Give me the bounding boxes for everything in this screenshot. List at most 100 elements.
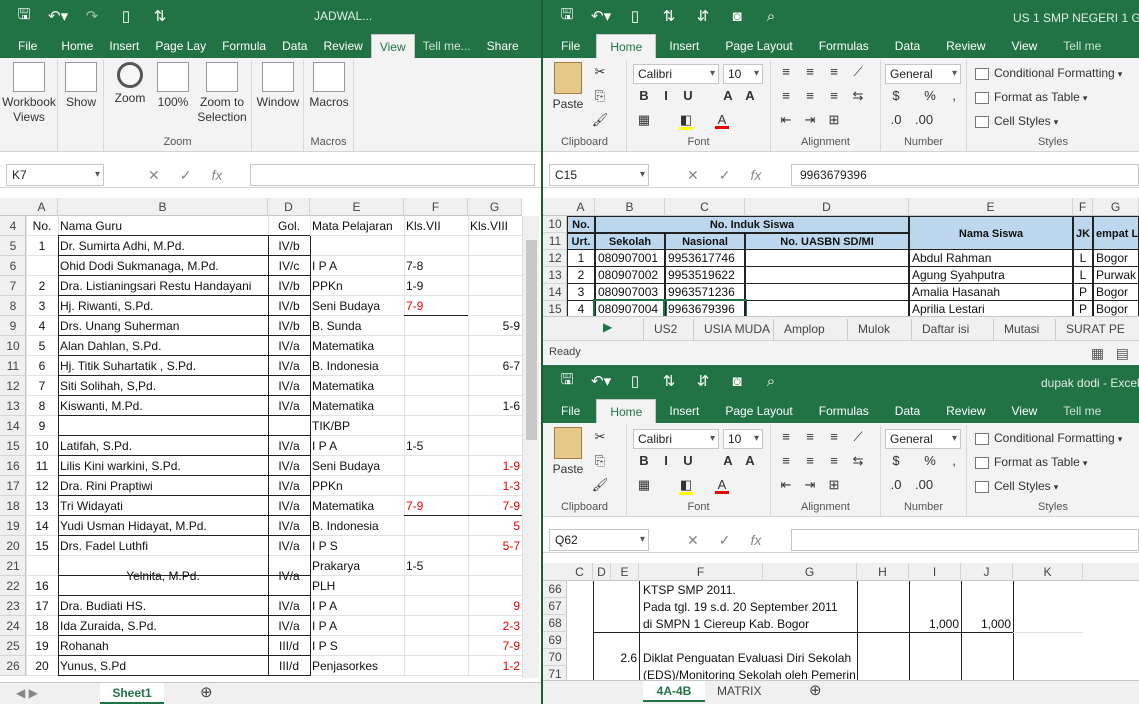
formula-input[interactable] (791, 529, 1139, 551)
row-header[interactable]: 21 (0, 556, 26, 576)
wrap-text-icon[interactable]: ⇆ (849, 88, 867, 104)
tab-insert[interactable]: Insert (101, 34, 147, 58)
cell-a24[interactable]: 18 (26, 617, 58, 635)
orientation-icon[interactable]: ⟋ (849, 429, 867, 445)
cell-f67[interactable]: Pada tgl. 19 s.d. 20 September 2011 (641, 598, 855, 616)
cell-e14[interactable]: Amalia Hasanah (909, 284, 1073, 301)
cell-d12[interactable]: IV/a (268, 377, 310, 395)
number-format-select[interactable]: General (885, 429, 961, 449)
row-header[interactable]: 15 (0, 436, 26, 456)
cell-e16[interactable]: Seni Budaya (310, 457, 404, 475)
cell-e13[interactable]: Matematika (310, 397, 404, 415)
redo-icon[interactable]: ↷ (82, 7, 102, 25)
cell-e23[interactable]: I P A (310, 597, 404, 615)
cell-g11[interactable]: 6-7 (468, 357, 522, 375)
cell-d23[interactable]: IV/a (268, 597, 310, 615)
undo-icon[interactable]: ↶▾ (591, 7, 611, 25)
cell-e26[interactable]: Penjasorkes (310, 657, 404, 675)
tab-data[interactable]: Data (882, 34, 933, 58)
sheet-tab-us2[interactable]: US2 (643, 319, 687, 340)
function-icon[interactable]: fx (750, 532, 761, 548)
formula-input[interactable]: 9963679396 (791, 164, 1139, 186)
row-header[interactable]: 10 (0, 336, 26, 356)
cell-b25[interactable]: Rohanah (58, 637, 268, 655)
currency-icon[interactable]: $ (887, 453, 905, 468)
shrink-font-icon[interactable]: A (741, 88, 759, 103)
borders-icon[interactable]: ▦ (635, 112, 653, 128)
column-header-d[interactable]: D (745, 198, 909, 216)
cell-b5[interactable]: Dr. Sumirta Adhi, M.Pd. (58, 237, 268, 255)
cell-g9[interactable]: 5-9 (468, 317, 522, 335)
column-header-e[interactable]: E (310, 198, 404, 216)
cell-g12[interactable]: Bogor (1093, 250, 1139, 267)
tab-view[interactable]: View (999, 399, 1051, 423)
cell-e17[interactable]: PPKn (310, 477, 404, 495)
cell-a12[interactable]: 1 (567, 250, 595, 267)
cell-a23[interactable]: 17 (26, 597, 58, 615)
row-header[interactable]: 8 (0, 296, 26, 316)
tab-insert[interactable]: Insert (656, 34, 712, 58)
cell-d4[interactable]: Gol. (268, 217, 310, 235)
cell-b13[interactable]: Kiswanti, M.Pd. (58, 397, 268, 415)
cell-b19[interactable]: Yudi Usman Hidayat, M.Pd. (58, 517, 268, 535)
row-header[interactable]: 66 (543, 581, 567, 598)
sheet-tab-4a-4b[interactable]: 4A-4B (643, 681, 705, 702)
align-left-icon[interactable]: ≡ (777, 88, 795, 103)
header-tempat[interactable]: empat L (1093, 216, 1139, 250)
copy-icon[interactable]: ⎘ (591, 88, 609, 104)
cell-d5[interactable]: IV/b (268, 237, 310, 255)
cell-a14[interactable]: 9 (26, 417, 58, 435)
increase-indent-icon[interactable]: ⇥ (801, 112, 819, 128)
cell-b6[interactable]: Ohid Dodi Sukmanaga, M.Pd. (58, 257, 268, 275)
cell-f66[interactable]: KTSP SMP 2011. (641, 581, 855, 599)
cell-d25[interactable]: III/d (268, 637, 310, 655)
row-header[interactable]: 70 (543, 649, 567, 666)
cell-b20[interactable]: Drs. Fadel Luthfi (58, 537, 268, 555)
format-painter-icon[interactable]: 🖌 (591, 112, 609, 128)
sort-asc-icon[interactable]: ⇅ (659, 7, 679, 25)
enter-icon[interactable]: ✓ (719, 532, 731, 549)
cell-d10[interactable]: IV/a (268, 337, 310, 355)
cell-e4[interactable]: Mata Pelajaran (310, 217, 404, 235)
align-bottom-icon[interactable]: ≡ (825, 429, 843, 444)
preview-icon[interactable]: ⌕ (761, 8, 781, 25)
cell-a25[interactable]: 19 (26, 637, 58, 655)
decrease-decimal-icon[interactable]: .00 (915, 477, 933, 492)
row-header[interactable]: 14 (0, 416, 26, 436)
font-size-select[interactable]: 10 (723, 64, 763, 84)
column-header-b[interactable]: B (58, 198, 268, 216)
cell-g14[interactable]: Bogor (1093, 284, 1139, 301)
column-header-h[interactable]: H (857, 563, 909, 581)
cell-e19[interactable]: B. Indonesia (310, 517, 404, 535)
column-header-d[interactable]: D (268, 198, 310, 216)
cell-d13[interactable]: IV/a (268, 397, 310, 415)
new-file-icon[interactable]: ▯ (625, 7, 645, 25)
tab-file[interactable]: File (543, 399, 596, 423)
sheet-tab-mutasi[interactable]: Mutasi (993, 319, 1049, 340)
cell-e22[interactable]: PLH (310, 577, 404, 595)
row-header[interactable]: 22 (0, 576, 26, 596)
tab-page-lay[interactable]: Page Lay (147, 34, 214, 58)
row-header[interactable]: 6 (0, 256, 26, 276)
tab-tell-me[interactable]: Tell me (1050, 34, 1114, 58)
cell-a15[interactable]: 10 (26, 437, 58, 455)
align-center-icon[interactable]: ≡ (801, 453, 819, 468)
column-header-f[interactable]: F (639, 563, 763, 581)
function-icon[interactable]: fx (211, 167, 222, 183)
sort-asc-icon[interactable]: ⇅ (659, 372, 679, 390)
cell-e24[interactable]: I P A (310, 617, 404, 635)
cell-e20[interactable]: I P S (310, 537, 404, 555)
cell-d6[interactable]: IV/c (268, 257, 310, 275)
cell-f18[interactable]: 7-9 (404, 497, 468, 515)
font-color-icon[interactable]: A (713, 477, 731, 494)
sheet-tab-daftar-isi[interactable]: Daftar isi (911, 319, 979, 340)
cell-g13[interactable]: 1-6 (468, 397, 522, 415)
column-header-c[interactable]: C (567, 563, 593, 581)
next-sheet-icon[interactable]: ▶ (593, 317, 622, 338)
cell-e6[interactable]: I P A (310, 257, 404, 275)
cell-i68[interactable]: 1,000 (909, 615, 961, 633)
header-sekolah[interactable]: Sekolah (595, 233, 665, 250)
tab-home[interactable]: Home (596, 399, 657, 423)
undo-icon[interactable]: ↶▾ (591, 372, 611, 390)
row-header[interactable]: 17 (0, 476, 26, 496)
